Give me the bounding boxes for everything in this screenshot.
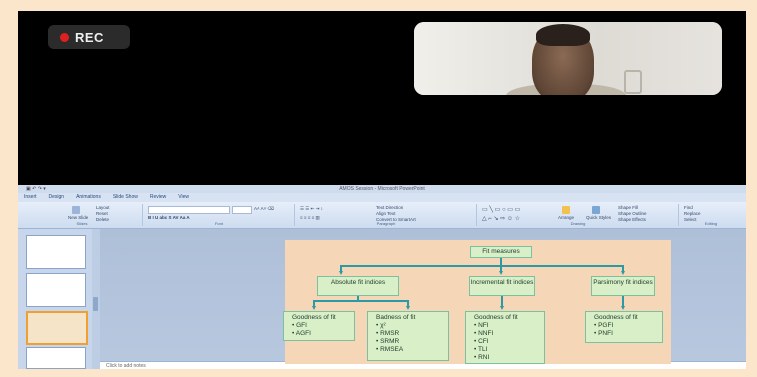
leaf-title: Goodness of fit <box>594 314 638 321</box>
find-button[interactable]: Find <box>684 205 693 210</box>
drawing-group: ▭ ╲ ▭ ○ ▭ ▭ △ ⌐ ↘ ⇨ ☺ ☆ Arrange Quick St… <box>478 204 679 226</box>
leaf-item: AGFI <box>292 330 354 338</box>
leaf-item: SRMR <box>376 338 448 346</box>
tab-design[interactable]: Design <box>49 193 65 202</box>
presenter-hair <box>536 24 590 46</box>
font-group-label: Font <box>214 221 223 226</box>
slide-thumbnail[interactable] <box>26 273 86 307</box>
slide-thumbnails-pane[interactable] <box>18 229 93 369</box>
arrow-icon <box>312 306 316 310</box>
leaf-box: Goodness of fit GFI AGFI <box>283 311 355 341</box>
layout-button[interactable]: Layout <box>96 205 110 210</box>
leaf-item: χ² <box>376 322 448 330</box>
wall-bracket <box>624 70 642 94</box>
align-text-button[interactable]: Align Text <box>376 211 395 216</box>
current-slide: Fit measures Absolute fit indices Increm… <box>283 240 671 364</box>
leaf-item: NFI <box>474 322 544 330</box>
leaf-item: RNI <box>474 354 544 362</box>
splitter-grip-icon[interactable] <box>93 297 98 311</box>
font-size-box[interactable] <box>232 206 252 214</box>
font-name-box[interactable] <box>148 206 230 214</box>
list-buttons[interactable]: ☰ ☰ ⇤ ⇥ ↕ <box>300 206 323 212</box>
leaf-item: NNFI <box>474 330 544 338</box>
slide-thumbnail[interactable] <box>26 235 86 269</box>
leaf-item: GFI <box>292 322 354 330</box>
arrow-icon <box>339 271 343 275</box>
tab-review[interactable]: Review <box>150 193 166 202</box>
recording-indicator: REC <box>48 25 130 49</box>
new-slide-icon <box>72 206 80 214</box>
drawing-group-label: Drawing <box>570 221 586 226</box>
leaf-item: RMSR <box>376 330 448 338</box>
ribbon: New Slide Layout Reset Delete Slides A˄ … <box>18 202 746 229</box>
category-box: Incremental fit indices <box>469 276 535 296</box>
slide-thumbnail[interactable] <box>26 347 86 369</box>
tab-animations[interactable]: Animations <box>76 193 101 202</box>
recording-label: REC <box>75 29 104 45</box>
leaf-title: Goodness of fit <box>474 314 518 321</box>
shape-fill-button[interactable]: Shape Fill <box>618 205 638 210</box>
category-title: Parsimony fit indices <box>593 279 653 286</box>
powerpoint-window: AMOS Session - Microsoft PowerPoint ▣ ↶ … <box>18 185 746 369</box>
ribbon-tabs: Insert Design Animations Slide Show Revi… <box>18 193 746 202</box>
category-title: Absolute fit indices <box>330 279 386 286</box>
text-direction-button[interactable]: Text Direction <box>376 205 403 210</box>
arrange-icon <box>562 206 570 214</box>
root-box: Fit measures <box>470 246 532 258</box>
arrow-icon <box>621 306 625 310</box>
category-title: Incremental fit indices <box>470 279 534 286</box>
category-box: Parsimony fit indices <box>591 276 655 296</box>
slides-group-label: Slides <box>76 221 88 226</box>
quick-styles-icon <box>592 206 600 214</box>
paragraph-group-label: Paragraph <box>376 221 396 226</box>
pane-splitter[interactable] <box>92 229 100 369</box>
quick-styles-button[interactable]: Quick Styles <box>586 215 611 220</box>
video-frame: REC AMOS Session - Microsoft PowerPoint … <box>18 11 746 369</box>
new-slide-button[interactable]: New Slide <box>68 215 88 220</box>
reset-button[interactable]: Reset <box>96 211 108 216</box>
arrow-icon <box>621 271 625 275</box>
arrange-button[interactable]: Arrange <box>558 215 574 220</box>
editing-group: Find Replace Select Editing <box>680 204 742 226</box>
tab-view[interactable]: View <box>178 193 189 202</box>
category-box: Absolute fit indices <box>317 276 399 296</box>
window-title: AMOS Session - Microsoft PowerPoint <box>18 185 746 193</box>
leaf-box: Goodness of fit PGFI PNFI <box>585 311 663 343</box>
font-group: A˄ A˅ ⌫ B I U abc S AV Aa A Font <box>144 204 295 226</box>
paragraph-group: ☰ ☰ ⇤ ⇥ ↕ ≡ ≡ ≡ ≡ ▥ Text Direction Align… <box>296 204 477 226</box>
slide-thumbnail-selected[interactable] <box>26 311 88 345</box>
leaf-item: CFI <box>474 338 544 346</box>
format-buttons[interactable]: B I U abc S AV Aa A <box>148 215 190 220</box>
leaf-box: Goodness of fit NFI NNFI CFI TLI RNI <box>465 311 545 364</box>
leaf-item: TLI <box>474 346 544 354</box>
leaf-item: PGFI <box>594 322 662 330</box>
tab-insert[interactable]: Insert <box>24 193 37 202</box>
leaf-title: Goodness of fit <box>292 314 336 321</box>
quick-access-toolbar[interactable]: ▣ ↶ ↷ ▾ <box>26 185 46 193</box>
record-dot-icon <box>60 32 69 42</box>
leaf-item: PNFI <box>594 330 662 338</box>
webcam-thumbnail[interactable] <box>414 22 722 95</box>
slides-group: New Slide Layout Reset Delete Slides <box>22 204 143 226</box>
leaf-box: Badness of fit χ² RMSR SRMR RMSEA <box>367 311 449 361</box>
leaf-title: Badness of fit <box>376 314 416 321</box>
shape-outline-button[interactable]: Shape Outline <box>618 211 647 216</box>
arrow-icon <box>499 271 503 275</box>
arrow-icon <box>500 306 504 310</box>
replace-button[interactable]: Replace <box>684 211 701 216</box>
editing-group-label: Editing <box>704 221 718 226</box>
shapes-gallery[interactable]: ▭ ╲ ▭ ○ ▭ ▭ <box>482 206 520 213</box>
font-size-buttons[interactable]: A˄ A˅ ⌫ <box>254 206 274 212</box>
leaf-item: RMSEA <box>376 346 448 354</box>
arrow-icon <box>406 306 410 310</box>
tab-slide-show[interactable]: Slide Show <box>113 193 138 202</box>
